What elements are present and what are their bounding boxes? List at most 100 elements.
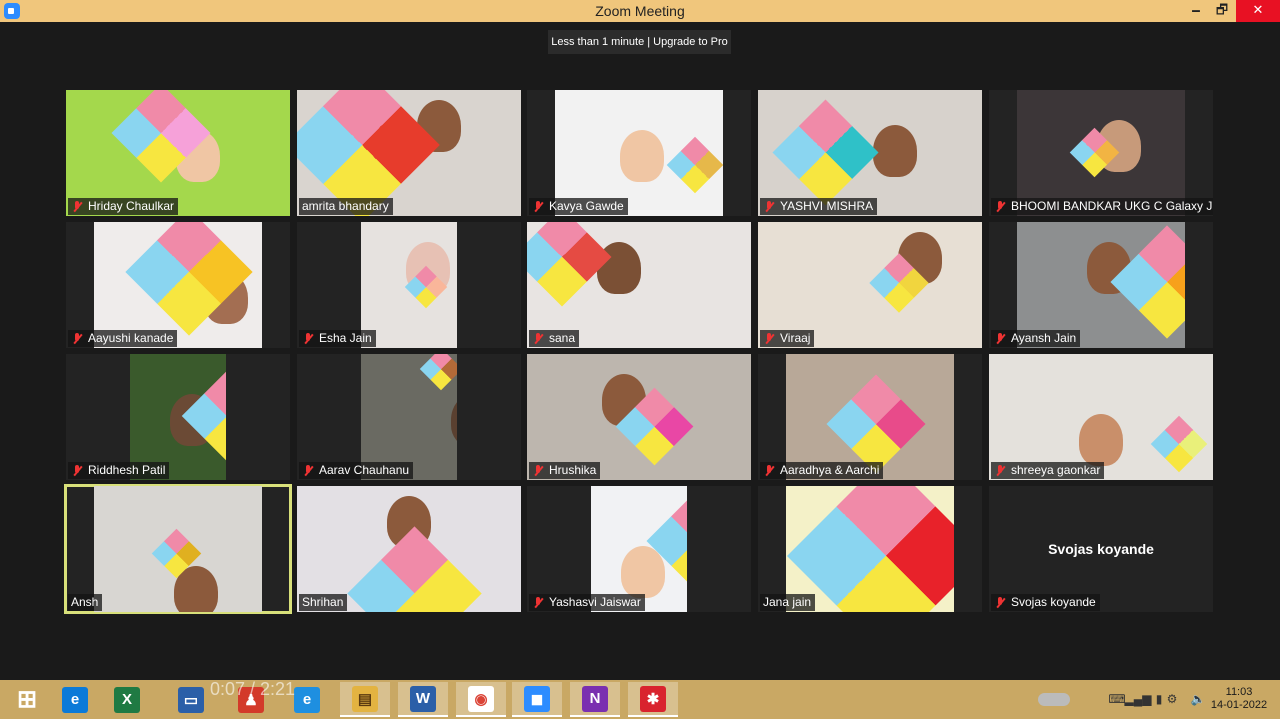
participant-tile[interactable]: Svojas koyande Svojas koyande [989, 486, 1213, 612]
participant-name: Svojas koyande [1011, 595, 1096, 609]
participant-tile[interactable]: Hriday Chaulkar [66, 90, 290, 216]
participant-tile[interactable]: Shrihan [297, 486, 521, 612]
participant-name: Yashasvi Jaiswar [549, 595, 641, 609]
participant-name: Riddhesh Patil [88, 463, 166, 477]
participant-face [451, 394, 457, 446]
paper-kite [666, 136, 723, 194]
participant-name: sana [549, 331, 576, 345]
taskbar-onenote-button[interactable]: N [570, 682, 620, 717]
participant-name-label: Ayansh Jain [991, 330, 1081, 347]
participant-name-label: YASHVI MISHRA [760, 198, 878, 215]
participant-name: Aarav Chauhanu [319, 463, 410, 477]
participant-name: Kavya Gawde [549, 199, 624, 213]
settings-gear-icon[interactable]: ⚙ [1160, 684, 1184, 714]
participant-tile[interactable]: Aayushi kanade [66, 222, 290, 348]
participant-name: Viraaj [780, 331, 811, 345]
clock-time: 11:03 [1225, 686, 1253, 698]
participant-face [873, 125, 917, 177]
paper-kite [527, 222, 612, 307]
participant-name-label: sana [529, 330, 580, 347]
taskbar-file-explorer-button[interactable]: ▤ [340, 682, 390, 717]
taskbar-excel-button[interactable]: X [102, 682, 152, 717]
lenovo-icon: ▭ [178, 686, 204, 713]
taskbar-chrome-button[interactable]: ◉ [456, 682, 506, 717]
taskbar-edge-button[interactable]: e [50, 682, 100, 717]
participant-tile[interactable]: Yashasvi Jaiswar [527, 486, 751, 612]
muted-mic-icon [532, 332, 545, 345]
participant-tile[interactable]: Aarav Chauhanu [297, 354, 521, 480]
participant-tile[interactable]: shreeya gaonkar [989, 354, 1213, 480]
taskbar-red-star-app-button[interactable]: ✱ [628, 682, 678, 717]
participant-name-label: Jana jain [760, 594, 816, 611]
paper-kite [826, 374, 926, 474]
zoom-icon: ◼ [524, 685, 550, 712]
taskbar-start-button[interactable]: ⊞ [2, 682, 52, 717]
muted-mic-icon [71, 464, 84, 477]
participant-name-label: Riddhesh Patil [68, 462, 170, 479]
participant-tile[interactable]: Ayansh Jain [989, 222, 1213, 348]
muted-mic-icon [302, 332, 315, 345]
muted-mic-icon [994, 464, 1007, 477]
participant-display-name: Svojas koyande [1048, 541, 1154, 557]
participant-tile[interactable]: amrita bhandary [297, 90, 521, 216]
participant-name-label: shreeya gaonkar [991, 462, 1105, 479]
pause-toggle-icon[interactable] [1036, 684, 1072, 714]
participant-tile[interactable]: Ansh [64, 484, 292, 614]
muted-mic-icon [763, 464, 776, 477]
participant-name: Ansh [71, 595, 99, 609]
muted-mic-icon [994, 200, 1007, 213]
participant-tile[interactable]: BHOOMI BANDKAR UKG C Galaxy J7 [989, 90, 1213, 216]
participant-name: amrita bhandary [302, 199, 389, 213]
participant-name-label: Yashasvi Jaiswar [529, 594, 645, 611]
maximize-button[interactable]: 🗗 [1206, 0, 1238, 22]
participant-name-label: BHOOMI BANDKAR UKG C Galaxy J7 [991, 198, 1213, 215]
participant-name-label: Aayushi kanade [68, 330, 178, 347]
window-title: Zoom Meeting [595, 3, 685, 19]
participant-name: Hriday Chaulkar [88, 199, 175, 213]
participant-name-label: Aaradhya & Aarchi [760, 462, 884, 479]
paper-kite [772, 99, 879, 206]
taskbar-zoom-button[interactable]: ◼ [512, 682, 562, 717]
participant-tile[interactable]: Viraaj [758, 222, 982, 348]
muted-mic-icon [302, 464, 315, 477]
participant-video [94, 486, 262, 612]
participant-tile[interactable]: Hrushika [527, 354, 751, 480]
network-icon[interactable]: ▂▄▆ [1125, 684, 1152, 714]
participant-name-label: Aarav Chauhanu [299, 462, 414, 479]
paper-kite [1150, 415, 1208, 473]
muted-mic-icon [994, 596, 1007, 609]
internet-explorer-icon: e [294, 686, 320, 713]
participant-tile[interactable]: Esha Jain [297, 222, 521, 348]
participant-face [620, 130, 664, 182]
participant-name: shreeya gaonkar [1011, 463, 1101, 477]
window-titlebar: Zoom Meeting 🗕 🗗 ✕ [0, 0, 1280, 22]
participant-name-label: Shrihan [299, 594, 348, 611]
participant-tile[interactable]: Jana jain [758, 486, 982, 612]
participant-tile[interactable]: Riddhesh Patil [66, 354, 290, 480]
participant-name-label: Hriday Chaulkar [68, 198, 179, 215]
excel-icon: X [114, 686, 140, 713]
participant-tile[interactable]: YASHVI MISHRA [758, 90, 982, 216]
taskbar-lenovo-button[interactable]: ▭ [166, 682, 216, 717]
paper-kite [1110, 225, 1185, 339]
participant-tile[interactable]: Aaradhya & Aarchi [758, 354, 982, 480]
taskbar-clock[interactable]: 11:03 14-01-2022 [1202, 686, 1276, 712]
paper-kite [181, 370, 226, 462]
edge-icon: e [62, 686, 88, 713]
participant-name-label: Esha Jain [299, 330, 376, 347]
start-icon: ⊞ [16, 686, 38, 713]
participant-name: Aaradhya & Aarchi [780, 463, 880, 477]
upgrade-banner[interactable]: Less than 1 minute | Upgrade to Pro [548, 30, 731, 54]
participant-name: BHOOMI BANDKAR UKG C Galaxy J7 [1011, 199, 1213, 213]
participant-name-label: Viraaj [760, 330, 815, 347]
participant-tile[interactable]: sana [527, 222, 751, 348]
muted-mic-icon [532, 596, 545, 609]
participant-name: Shrihan [302, 595, 344, 609]
close-button[interactable]: ✕ [1236, 0, 1280, 22]
participant-name: Jana jain [763, 595, 812, 609]
participant-tile[interactable]: Kavya Gawde [527, 90, 751, 216]
taskbar-word-button[interactable]: W [398, 682, 448, 717]
muted-mic-icon [763, 332, 776, 345]
participant-name-label: Svojas koyande [991, 594, 1100, 611]
muted-mic-icon [71, 332, 84, 345]
